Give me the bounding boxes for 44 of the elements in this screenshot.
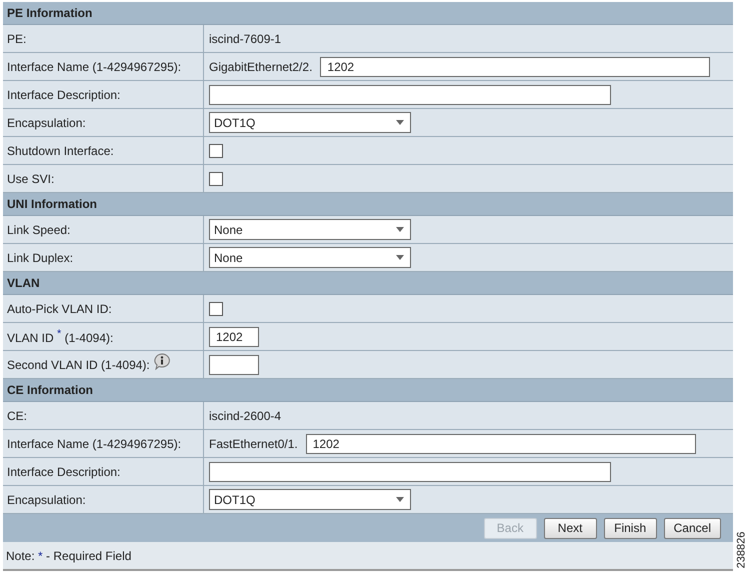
field-label: Encapsulation: [7, 116, 86, 130]
caret-icon [396, 497, 404, 502]
dropdown[interactable]: None [209, 219, 411, 240]
input-field[interactable]: 1202 [320, 56, 710, 76]
field-label: PE: [7, 32, 26, 46]
field-label: Use SVI: [7, 172, 54, 186]
field-value: iscind-7609-1 [209, 32, 282, 46]
field-label: Second VLAN ID (1-4094): [7, 358, 150, 372]
checkbox[interactable] [209, 144, 223, 158]
figure-id: 238826 [735, 532, 747, 568]
section-header: PE Information [3, 2, 733, 25]
section-header: CE Information [3, 379, 733, 402]
field-label: Link Speed: [7, 222, 70, 236]
dropdown[interactable]: None [209, 247, 411, 268]
field-label: Encapsulation: [7, 492, 86, 506]
interface-prefix: FastEthernet0/1. [209, 436, 298, 450]
field-label: Auto-Pick VLAN ID: [7, 302, 112, 316]
dropdown[interactable]: DOT1Q [209, 489, 411, 510]
field-label: Shutdown Interface: [7, 144, 114, 158]
input-field[interactable] [209, 84, 611, 104]
caret-icon [396, 227, 404, 232]
caret-icon [396, 255, 404, 260]
input-field[interactable]: 1202 [306, 434, 696, 454]
field-label: Interface Description: [7, 88, 120, 102]
input-field[interactable] [209, 354, 259, 374]
checkbox[interactable] [209, 172, 223, 186]
section-header: UNI Information [3, 193, 733, 216]
wizard-button[interactable]: Cancel [664, 518, 721, 538]
wizard-button[interactable]: Next [544, 518, 597, 538]
section-header: VLAN [3, 272, 733, 295]
required-field-note: Note: * - Required Field [6, 548, 132, 562]
field-label: Link Duplex: [7, 250, 74, 264]
dropdown[interactable]: DOT1Q [209, 112, 411, 133]
input-field[interactable]: 1202 [209, 326, 259, 346]
field-label: Interface Name (1-4294967295): [7, 60, 182, 74]
checkbox[interactable] [209, 302, 223, 316]
field-label: Interface Description: [7, 464, 120, 478]
caret-icon [396, 120, 404, 125]
interface-prefix: GigabitEthernet2/2. [209, 60, 312, 74]
field-label: Interface Name (1-4294967295): [7, 436, 182, 450]
field-label: CE: [7, 408, 28, 422]
wizard-button[interactable]: Finish [604, 518, 657, 538]
input-field[interactable] [209, 462, 611, 482]
field-value: iscind-2600-4 [209, 408, 282, 422]
